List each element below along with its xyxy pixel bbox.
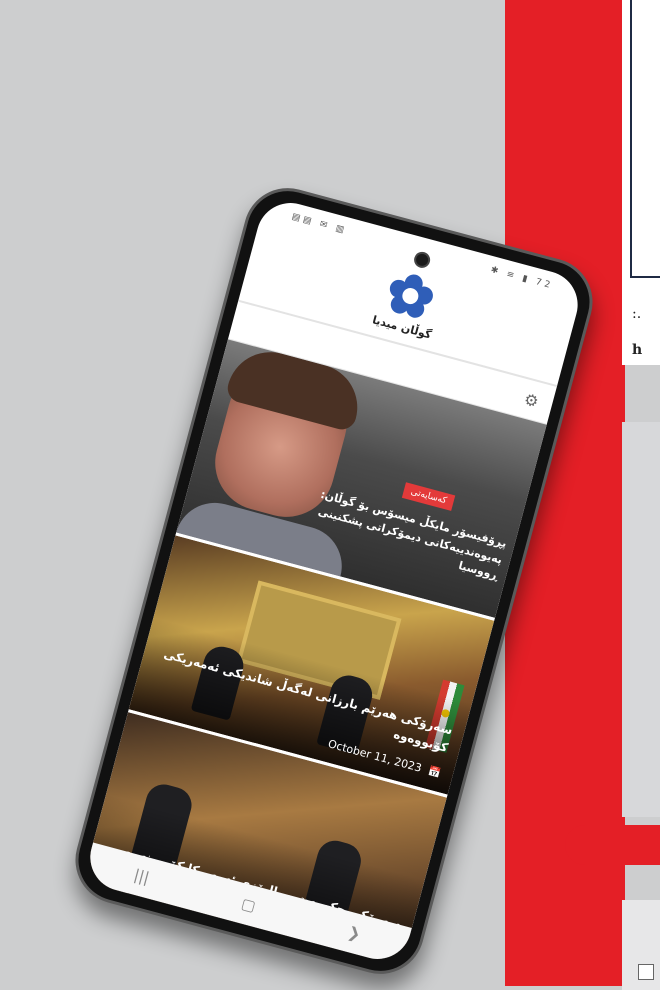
background-checkbox bbox=[638, 964, 654, 980]
background-frame bbox=[630, 0, 660, 278]
background-card-top: :. h bbox=[622, 0, 660, 365]
background-text-2: h bbox=[632, 342, 643, 358]
red-background-wave bbox=[565, 825, 660, 865]
site-logo-icon[interactable] bbox=[384, 269, 438, 323]
background-card-middle bbox=[622, 422, 660, 817]
home-icon[interactable]: ▢ bbox=[239, 894, 257, 915]
gear-icon[interactable]: ⚙ bbox=[522, 389, 541, 411]
menu-icon[interactable]: ||| bbox=[132, 866, 151, 887]
back-icon[interactable]: ❯ bbox=[346, 923, 363, 944]
background-card-bottom bbox=[622, 900, 660, 990]
category-tag[interactable]: کەسایەتی bbox=[402, 482, 456, 511]
background-text-1: :. bbox=[632, 306, 642, 322]
